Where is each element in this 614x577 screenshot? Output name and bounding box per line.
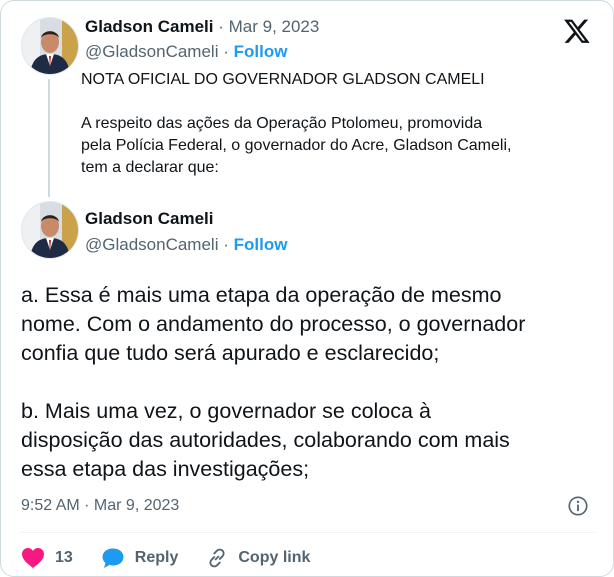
separator-dot: · xyxy=(223,235,234,254)
like-count: 13 xyxy=(55,549,73,566)
tweet-embed-card: Gladson Cameli · Mar 9, 2023 @GladsonCam… xyxy=(0,0,614,577)
thread-connector-line xyxy=(48,79,50,197)
paragraph-b-line: essa etapa das investigações; xyxy=(21,457,310,481)
parent-tweet-text: NOTA OFICIAL DO GOVERNADOR GLADSON CAMEL… xyxy=(81,69,591,179)
main-avatar[interactable] xyxy=(21,201,79,259)
reply-label: Reply xyxy=(134,549,179,566)
main-author-name[interactable]: Gladson Cameli xyxy=(85,209,213,229)
copy-link-label: Copy link xyxy=(238,549,311,566)
avatar-image xyxy=(22,18,78,74)
paragraph-b-line: disposição das autoridades, colaborando … xyxy=(21,428,510,452)
action-bar: 13 Reply Copy link xyxy=(21,544,338,572)
tweet-timestamp[interactable]: 9:52 AM · Mar 9, 2023 xyxy=(21,497,179,515)
parent-follow-button[interactable]: Follow xyxy=(234,42,288,61)
like-button[interactable]: 13 xyxy=(21,547,73,569)
parent-body-line: tem a declarar que: xyxy=(81,159,219,176)
paragraph-a-line: a. Essa é mais uma etapa da operação de … xyxy=(21,283,502,307)
parent-body-line: pela Polícia Federal, o governador do Ac… xyxy=(81,137,512,154)
speech-bubble-icon xyxy=(102,548,124,568)
parent-handle[interactable]: @GladsonCameli xyxy=(85,42,218,61)
reply-button[interactable]: Reply xyxy=(101,547,179,569)
copy-link-button[interactable]: Copy link xyxy=(206,547,310,569)
parent-body-line: A respeito das ações da Operação Ptolome… xyxy=(81,115,483,132)
parent-avatar[interactable] xyxy=(21,17,79,75)
parent-author-name[interactable]: Gladson Cameli xyxy=(85,17,213,36)
x-logo-icon[interactable] xyxy=(563,17,591,45)
separator-dot: · xyxy=(218,17,229,36)
heart-icon xyxy=(22,548,44,568)
paragraph-b-line: b. Mais uma vez, o governador se coloca … xyxy=(21,399,431,423)
parent-header: Gladson Cameli · Mar 9, 2023 xyxy=(85,17,319,37)
main-handle-row: @GladsonCameli · Follow xyxy=(85,235,287,255)
main-follow-button[interactable]: Follow xyxy=(234,235,288,254)
parent-handle-row: @GladsonCameli · Follow xyxy=(85,42,287,62)
main-tweet-text: a. Essa é mais uma etapa da operação de … xyxy=(21,281,601,484)
paragraph-a-line: confia que tudo será apurado e esclareci… xyxy=(21,341,440,365)
separator-dot: · xyxy=(223,42,234,61)
actions-divider xyxy=(21,532,595,533)
link-icon xyxy=(209,548,225,568)
parent-date[interactable]: Mar 9, 2023 xyxy=(229,17,320,36)
main-handle[interactable]: @GladsonCameli xyxy=(85,235,218,254)
paragraph-a-line: nome. Com o andamento do processo, o gov… xyxy=(21,312,526,336)
avatar-image xyxy=(22,202,78,258)
parent-title: NOTA OFICIAL DO GOVERNADOR GLADSON CAMEL… xyxy=(81,71,485,88)
info-icon[interactable] xyxy=(567,495,589,517)
